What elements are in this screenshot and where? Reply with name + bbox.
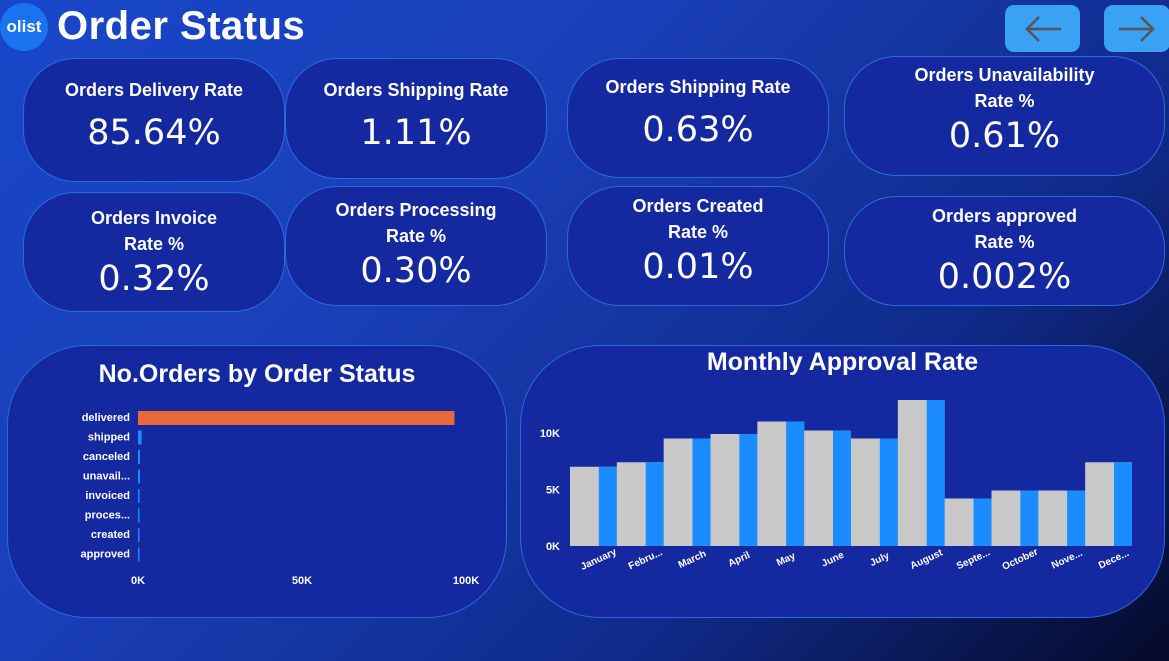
bar[interactable]: [1114, 462, 1132, 546]
bar[interactable]: [138, 450, 141, 464]
bar[interactable]: [1020, 490, 1039, 546]
kpi-card-unavailability-rate: Orders Unavailability Rate % 0.61%: [844, 56, 1165, 176]
kpi-card-invoice-rate: Orders Invoice Rate % 0.32%: [23, 192, 285, 312]
x-tick-label: March: [677, 549, 708, 571]
forward-button[interactable]: [1104, 5, 1169, 52]
kpi-label: Orders approved Rate %: [931, 206, 1078, 252]
bar[interactable]: [879, 438, 898, 546]
bar[interactable]: [138, 528, 140, 542]
bar[interactable]: [645, 462, 664, 546]
kpi-value: 0.32%: [98, 259, 210, 299]
kpi-value: 0.61%: [948, 116, 1061, 156]
kpi-label: Orders Unavailability Rate %: [914, 65, 1095, 111]
bar[interactable]: [138, 547, 140, 562]
bar[interactable]: [138, 469, 140, 484]
monthly-approval-chart: January Febru... March April May June July Augu…: [540, 400, 1132, 573]
y-tick-label: proces...: [85, 510, 130, 522]
bar[interactable]: [138, 411, 455, 425]
bar[interactable]: [1067, 490, 1086, 546]
kpi-value: 0.002%: [937, 257, 1072, 297]
kpi-label: Orders Shipping Rate: [605, 77, 791, 97]
bar[interactable]: [692, 438, 711, 546]
bar[interactable]: [598, 466, 617, 546]
y-tick-label: 0K: [546, 541, 560, 553]
y-tick-label: canceled: [83, 451, 130, 463]
kpi-label: Orders Delivery Rate: [64, 80, 244, 100]
x-tick-label: June: [820, 550, 846, 570]
y-tick-label: created: [91, 529, 130, 541]
x-tick-label: 0K: [131, 575, 145, 587]
bar[interactable]: [739, 433, 758, 546]
x-tick-label: August: [909, 547, 945, 572]
x-tick-label: January: [579, 546, 619, 572]
kpi-value: 85.64%: [87, 113, 221, 153]
orders-by-status-chart: delivered shipped canceled unavail... invoic…: [80, 411, 479, 587]
bar[interactable]: [973, 498, 992, 546]
olist-logo: olist: [0, 3, 48, 51]
kpi-label: Orders Processing Rate %: [335, 200, 497, 246]
x-tick-label: May: [775, 550, 798, 568]
x-tick-label: Dece...: [1097, 548, 1131, 572]
kpi-value: 0.01%: [642, 247, 754, 287]
kpi-label: Orders Created Rate %: [632, 196, 764, 242]
back-button[interactable]: [1005, 5, 1080, 52]
kpi-card-processing-rate: Orders Processing Rate % 0.30%: [285, 186, 547, 306]
kpi-value: 1.11%: [360, 113, 472, 153]
bar[interactable]: [926, 400, 945, 546]
x-tick-label: 100K: [453, 575, 479, 587]
bar[interactable]: [138, 430, 142, 445]
bar[interactable]: [786, 421, 805, 546]
kpi-card-approved-rate: Orders approved Rate % 0.002%: [844, 196, 1165, 306]
page-title: Order Status: [57, 4, 306, 48]
y-tick-label: unavail...: [83, 471, 130, 483]
bar[interactable]: [833, 430, 851, 546]
y-tick-label: delivered: [82, 412, 130, 424]
x-tick-label: Febru...: [627, 547, 665, 572]
kpi-value: 0.30%: [360, 251, 472, 291]
x-tick-label: July: [868, 550, 891, 569]
chart-title: Monthly Approval Rate: [706, 348, 979, 376]
bar[interactable]: [138, 508, 140, 523]
arrow-left-icon: [1024, 15, 1061, 42]
arrow-right-icon: [1119, 15, 1155, 42]
y-tick-label: invoiced: [85, 490, 130, 502]
kpi-card-shipping-rate-2: Orders Shipping Rate 0.63%: [567, 58, 829, 178]
x-tick-label: Nove...: [1050, 548, 1085, 572]
kpi-card-delivery-rate: Orders Delivery Rate 85.64%: [23, 58, 285, 182]
x-tick-label: Septe...: [955, 547, 992, 572]
x-tick-label: 50K: [292, 575, 312, 587]
y-tick-label: approved: [80, 549, 130, 561]
y-tick-label: shipped: [88, 432, 130, 444]
kpi-value: 0.63%: [642, 110, 754, 150]
y-tick-label: 10K: [540, 428, 560, 440]
x-tick-label: April: [727, 550, 752, 570]
y-tick-label: 5K: [546, 484, 560, 496]
chart-title: No.Orders by Order Status: [98, 360, 416, 388]
bar[interactable]: [138, 489, 140, 503]
kpi-card-created-rate: Orders Created Rate % 0.01%: [567, 186, 829, 306]
kpi-label: Orders Shipping Rate: [323, 80, 509, 100]
kpi-label: Orders Invoice Rate %: [90, 208, 218, 254]
x-tick-label: October: [1001, 547, 1040, 573]
kpi-card-shipping-rate: Orders Shipping Rate 1.11%: [285, 58, 547, 179]
